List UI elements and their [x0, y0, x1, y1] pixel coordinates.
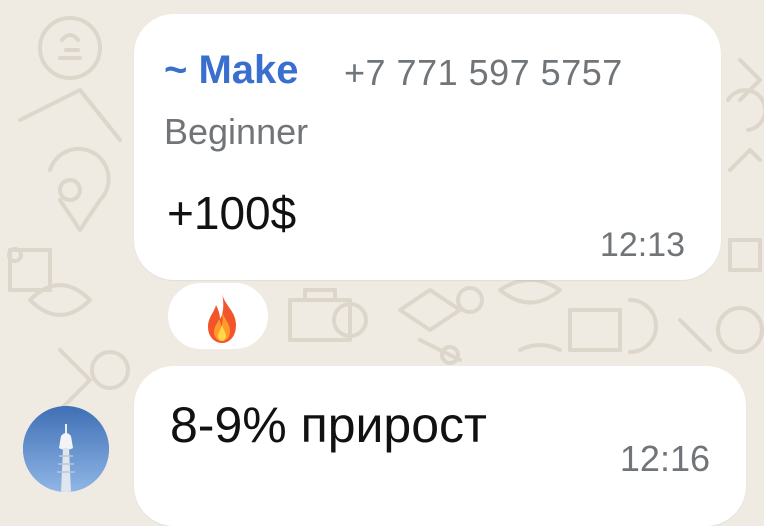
sender-phone: +7 771 597 5757 — [344, 52, 623, 93]
message-bubble-received[interactable]: ~ Make +7 771 597 5757 Beginner +100$ 12… — [134, 14, 721, 280]
message-timestamp: 12:16 — [619, 438, 710, 479]
avatar-tower-image — [23, 406, 109, 492]
reaction-badge[interactable] — [166, 281, 270, 351]
message-text: 8-9% прирост — [170, 397, 487, 453]
sender-name[interactable]: ~ Make — [164, 48, 299, 93]
fire-emoji-icon — [208, 293, 236, 343]
message-text: +100$ — [167, 187, 297, 239]
message-bubble-received[interactable]: 8-9% прирост 12:16 — [134, 366, 746, 526]
avatar[interactable] — [23, 406, 109, 492]
message-timestamp: 12:13 — [599, 226, 685, 264]
sender-role-label: Beginner — [164, 111, 309, 152]
